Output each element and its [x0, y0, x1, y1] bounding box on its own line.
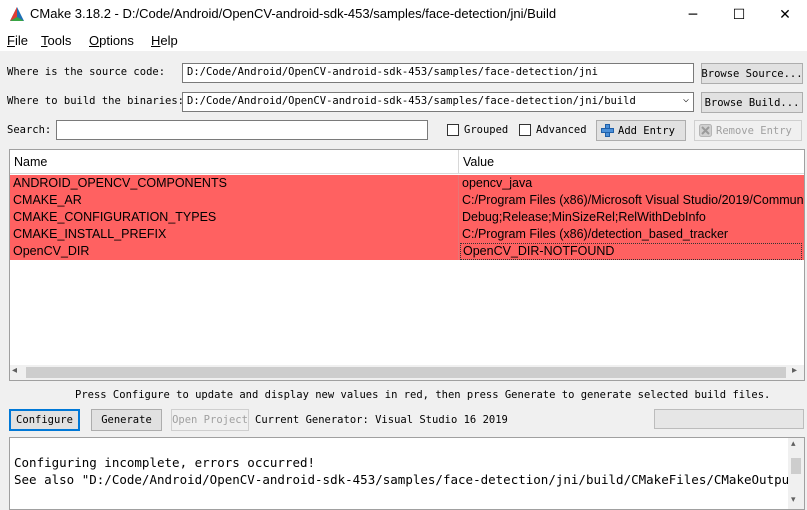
menu-options[interactable]: Options	[89, 33, 134, 48]
configure-button[interactable]: Configure	[9, 409, 80, 431]
table-row[interactable]: CMAKE_INSTALL_PREFIX C:/Program Files (x…	[10, 226, 804, 243]
horizontal-scrollbar[interactable]: ◂ ▸	[10, 365, 804, 380]
table-row[interactable]: CMAKE_CONFIGURATION_TYPES Debug;Release;…	[10, 209, 804, 226]
table-row[interactable]: ANDROID_OPENCV_COMPONENTS opencv_java	[10, 175, 804, 192]
build-label: Where to build the binaries:	[7, 95, 185, 107]
entry-name: CMAKE_INSTALL_PREFIX	[13, 227, 167, 241]
scrollbar-thumb[interactable]	[791, 458, 801, 474]
vertical-scrollbar[interactable]: ▴ ▾	[788, 438, 804, 509]
menu-tools[interactable]: Tools	[41, 33, 71, 48]
table-row[interactable]: CMAKE_AR C:/Program Files (x86)/Microsof…	[10, 192, 804, 209]
scrollbar-thumb[interactable]	[26, 367, 786, 378]
entry-name: CMAKE_AR	[13, 193, 82, 207]
build-path-combo[interactable]: D:/Code/Android/OpenCV-android-sdk-453/s…	[182, 92, 694, 112]
browse-source-label: Browse Source...	[701, 67, 803, 80]
open-project-button[interactable]: Open Project	[171, 409, 249, 431]
entry-value-editor[interactable]: OpenCV_DIR-NOTFOUND	[460, 243, 802, 260]
open-project-label: Open Project	[172, 414, 248, 426]
generate-label: Generate	[101, 414, 152, 426]
column-header-name[interactable]: Name	[10, 150, 459, 174]
search-label: Search:	[7, 124, 52, 136]
maximize-icon: ☐	[732, 6, 746, 23]
advanced-checkbox[interactable]	[519, 124, 531, 136]
output-line: See also "D:/Code/Android/OpenCV-android…	[14, 472, 805, 487]
progress-bar	[654, 409, 804, 429]
output-line: Configuring incomplete, errors occurred!	[14, 455, 316, 470]
cache-table: Name Value ANDROID_OPENCV_COMPONENTS ope…	[9, 149, 805, 381]
cmake-logo-icon	[10, 7, 24, 21]
entry-name: CMAKE_CONFIGURATION_TYPES	[13, 210, 217, 224]
search-input[interactable]	[56, 120, 428, 140]
hint-text: Press Configure to update and display ne…	[75, 389, 771, 401]
entry-value: C:/Program Files (x86)/Microsoft Visual …	[462, 193, 804, 207]
close-icon: ✕	[779, 6, 791, 23]
plus-icon	[601, 124, 614, 137]
scroll-right-icon[interactable]: ▸	[792, 365, 797, 376]
close-button[interactable]: ✕	[762, 0, 807, 29]
entry-name: ANDROID_OPENCV_COMPONENTS	[13, 176, 227, 190]
source-path-field[interactable]: D:/Code/Android/OpenCV-android-sdk-453/s…	[182, 63, 694, 83]
entry-name: OpenCV_DIR	[13, 244, 90, 258]
add-entry-button[interactable]: Add Entry	[596, 120, 686, 141]
grouped-checkbox[interactable]	[447, 124, 459, 136]
browse-build-label: Browse Build...	[704, 96, 800, 109]
remove-icon	[699, 124, 712, 137]
remove-entry-button[interactable]: Remove Entry	[694, 120, 802, 141]
chevron-down-icon[interactable]: ⌵	[683, 94, 689, 105]
minimize-button[interactable]: ─	[670, 0, 716, 29]
current-generator-label: Current Generator: Visual Studio 16 2019	[255, 414, 508, 426]
entry-value: opencv_java	[462, 176, 533, 190]
scroll-down-icon[interactable]: ▾	[791, 495, 796, 505]
scroll-up-icon[interactable]: ▴	[791, 439, 796, 449]
source-label: Where is the source code:	[7, 66, 166, 78]
entry-value: C:/Program Files (x86)/detection_based_t…	[462, 227, 729, 241]
title-bar: CMake 3.18.2 - D:/Code/Android/OpenCV-an…	[0, 0, 807, 29]
scroll-left-icon[interactable]: ◂	[12, 365, 17, 376]
build-path-value: D:/Code/Android/OpenCV-android-sdk-453/s…	[187, 95, 636, 107]
remove-entry-label: Remove Entry	[716, 124, 792, 137]
advanced-label: Advanced	[536, 124, 587, 136]
generate-button[interactable]: Generate	[91, 409, 162, 431]
grouped-label: Grouped	[464, 124, 509, 136]
maximize-button[interactable]: ☐	[716, 0, 762, 29]
configure-label: Configure	[16, 414, 73, 426]
column-header-value[interactable]: Value	[459, 150, 804, 174]
browse-source-button[interactable]: Browse Source...	[701, 63, 803, 84]
entry-value: Debug;Release;MinSizeRel;RelWithDebInfo	[462, 210, 706, 224]
browse-build-button[interactable]: Browse Build...	[701, 92, 803, 113]
menu-help[interactable]: Help	[151, 33, 178, 48]
minimize-icon: ─	[688, 6, 698, 23]
menu-file[interactable]: File	[7, 33, 28, 48]
window-title: CMake 3.18.2 - D:/Code/Android/OpenCV-an…	[30, 6, 557, 21]
output-log[interactable]: Configuring incomplete, errors occurred!…	[9, 437, 805, 510]
table-row[interactable]: OpenCV_DIR OpenCV_DIR-NOTFOUND	[10, 243, 804, 260]
add-entry-label: Add Entry	[618, 124, 675, 137]
